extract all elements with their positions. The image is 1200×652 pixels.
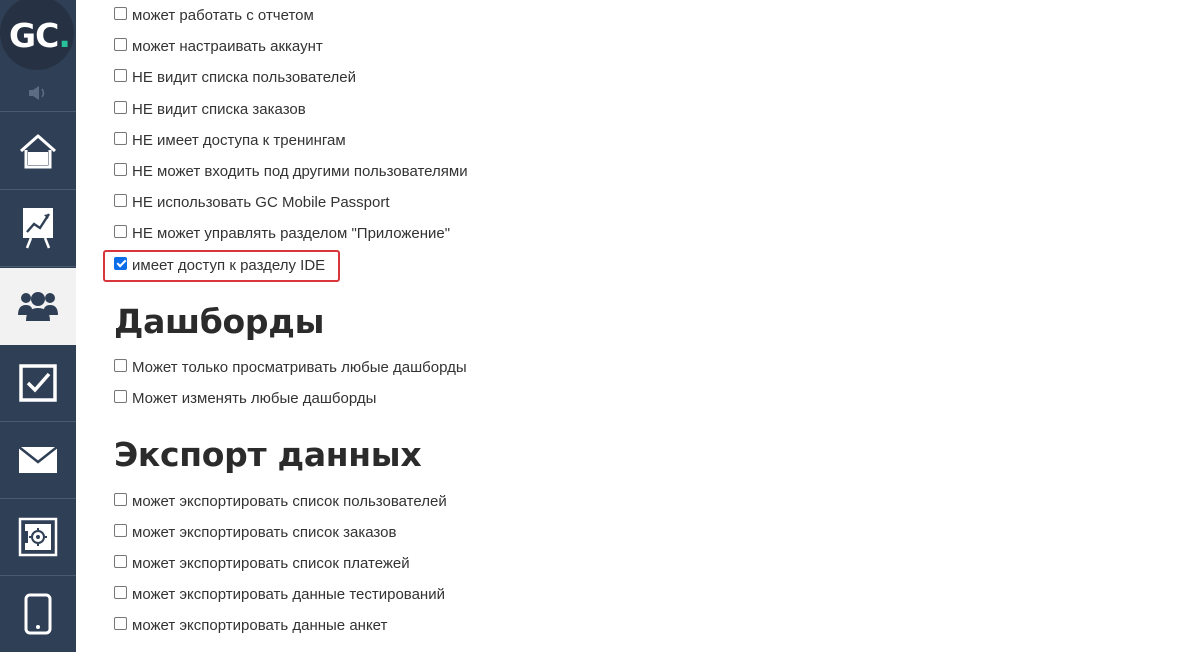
logo[interactable]: GC. — [0, 0, 76, 74]
permission-checkbox-login-as[interactable]: НЕ может входить под другими пользовател… — [114, 160, 468, 182]
permission-label: может экспортировать список пользователе… — [132, 492, 447, 510]
export-checkbox-surveys[interactable]: может экспортировать данные анкет — [114, 614, 387, 636]
logo-text-dot: . — [58, 16, 71, 55]
permission-checkbox-orders-list[interactable]: НЕ видит списка заказов — [114, 98, 306, 120]
permission-label: может экспортировать список платежей — [132, 554, 410, 572]
checkbox[interactable] — [114, 193, 127, 207]
permission-label: НЕ использовать GC Mobile Passport — [132, 193, 390, 211]
checkbox-checked[interactable] — [114, 256, 127, 270]
checkbox[interactable] — [114, 37, 127, 51]
mobile-icon — [24, 593, 52, 635]
permission-checkbox-report[interactable]: может работать с отчетом — [114, 4, 314, 26]
checkbox[interactable] — [114, 389, 127, 403]
checkbox[interactable] — [114, 6, 127, 20]
mail-icon — [18, 446, 58, 473]
announcements-button[interactable] — [0, 74, 76, 112]
export-checkbox-orders[interactable]: может экспортировать список заказов — [114, 521, 396, 543]
nav-item-mobile[interactable] — [0, 576, 76, 652]
permission-label: Может изменять любые дашборды — [132, 389, 377, 407]
permission-checkbox-ide[interactable]: имеет доступ к разделу IDE — [114, 254, 325, 276]
permission-label: может работать с отчетом — [132, 6, 314, 24]
permission-label: НЕ видит списка заказов — [132, 100, 306, 118]
permission-checkbox-trainings[interactable]: НЕ имеет доступа к тренингам — [114, 129, 346, 151]
checkbox[interactable] — [114, 162, 127, 176]
checkbox[interactable] — [114, 131, 127, 145]
safe-icon — [18, 517, 58, 557]
checkbox[interactable] — [114, 523, 127, 537]
permission-label: НЕ имеет доступа к тренингам — [132, 131, 346, 149]
main-content: может работать с отчетом может настраива… — [76, 0, 1200, 652]
home-icon — [20, 134, 56, 169]
checkbox-icon — [19, 364, 57, 402]
permission-label: может экспортировать данные анкет — [132, 616, 388, 634]
checkbox[interactable] — [114, 585, 127, 599]
permission-label: НЕ видит списка пользователей — [132, 68, 357, 86]
permission-label: НЕ может управлять разделом "Приложение" — [132, 224, 451, 242]
permission-label: может экспортировать список заказов — [132, 523, 397, 541]
permission-checkbox-app-section[interactable]: НЕ может управлять разделом "Приложение" — [114, 222, 450, 244]
nav-item-home[interactable] — [0, 113, 76, 190]
checkbox[interactable] — [114, 100, 127, 114]
checkbox[interactable] — [114, 616, 127, 630]
permission-label: может экспортировать данные тестирований — [132, 585, 445, 603]
export-checkbox-tests[interactable]: может экспортировать данные тестирований — [114, 583, 445, 605]
permission-label: может настраивать аккаунт — [132, 37, 323, 55]
users-icon — [18, 292, 58, 321]
export-checkbox-users[interactable]: может экспортировать список пользователе… — [114, 490, 447, 512]
checkbox[interactable] — [114, 554, 127, 568]
permission-checkbox-mobile-passport[interactable]: НЕ использовать GC Mobile Passport — [114, 191, 390, 213]
nav-item-store[interactable] — [0, 499, 76, 576]
checkbox[interactable] — [114, 492, 127, 506]
dashboard-checkbox-edit[interactable]: Может изменять любые дашборды — [114, 387, 376, 409]
checkbox[interactable] — [114, 224, 127, 238]
logo-text-main: GC — [9, 16, 59, 55]
export-checkbox-payments[interactable]: может экспортировать список платежей — [114, 552, 410, 574]
sidebar: GC. — [0, 0, 76, 652]
section-title-dashboards: Дашборды — [114, 302, 325, 341]
permission-checkbox-account[interactable]: может настраивать аккаунт — [114, 35, 323, 57]
chart-icon — [23, 208, 53, 249]
speaker-icon — [29, 85, 45, 100]
checkbox[interactable] — [114, 68, 127, 82]
permission-label: НЕ может входить под другими пользовател… — [132, 162, 468, 180]
nav-item-messages[interactable] — [0, 422, 76, 499]
permission-label: Может только просматривать любые дашборд… — [132, 358, 467, 376]
section-title-export: Экспорт данных — [114, 435, 422, 474]
dashboard-checkbox-view[interactable]: Может только просматривать любые дашборд… — [114, 356, 467, 378]
nav-item-reports[interactable] — [0, 190, 76, 267]
checkbox[interactable] — [114, 358, 127, 372]
permission-label: имеет доступ к разделу IDE — [132, 256, 326, 274]
nav-item-users[interactable] — [0, 268, 76, 345]
logo-text: GC. — [9, 16, 71, 55]
nav-item-tasks[interactable] — [0, 345, 76, 422]
permission-checkbox-users-list[interactable]: НЕ видит списка пользователей — [114, 66, 356, 88]
